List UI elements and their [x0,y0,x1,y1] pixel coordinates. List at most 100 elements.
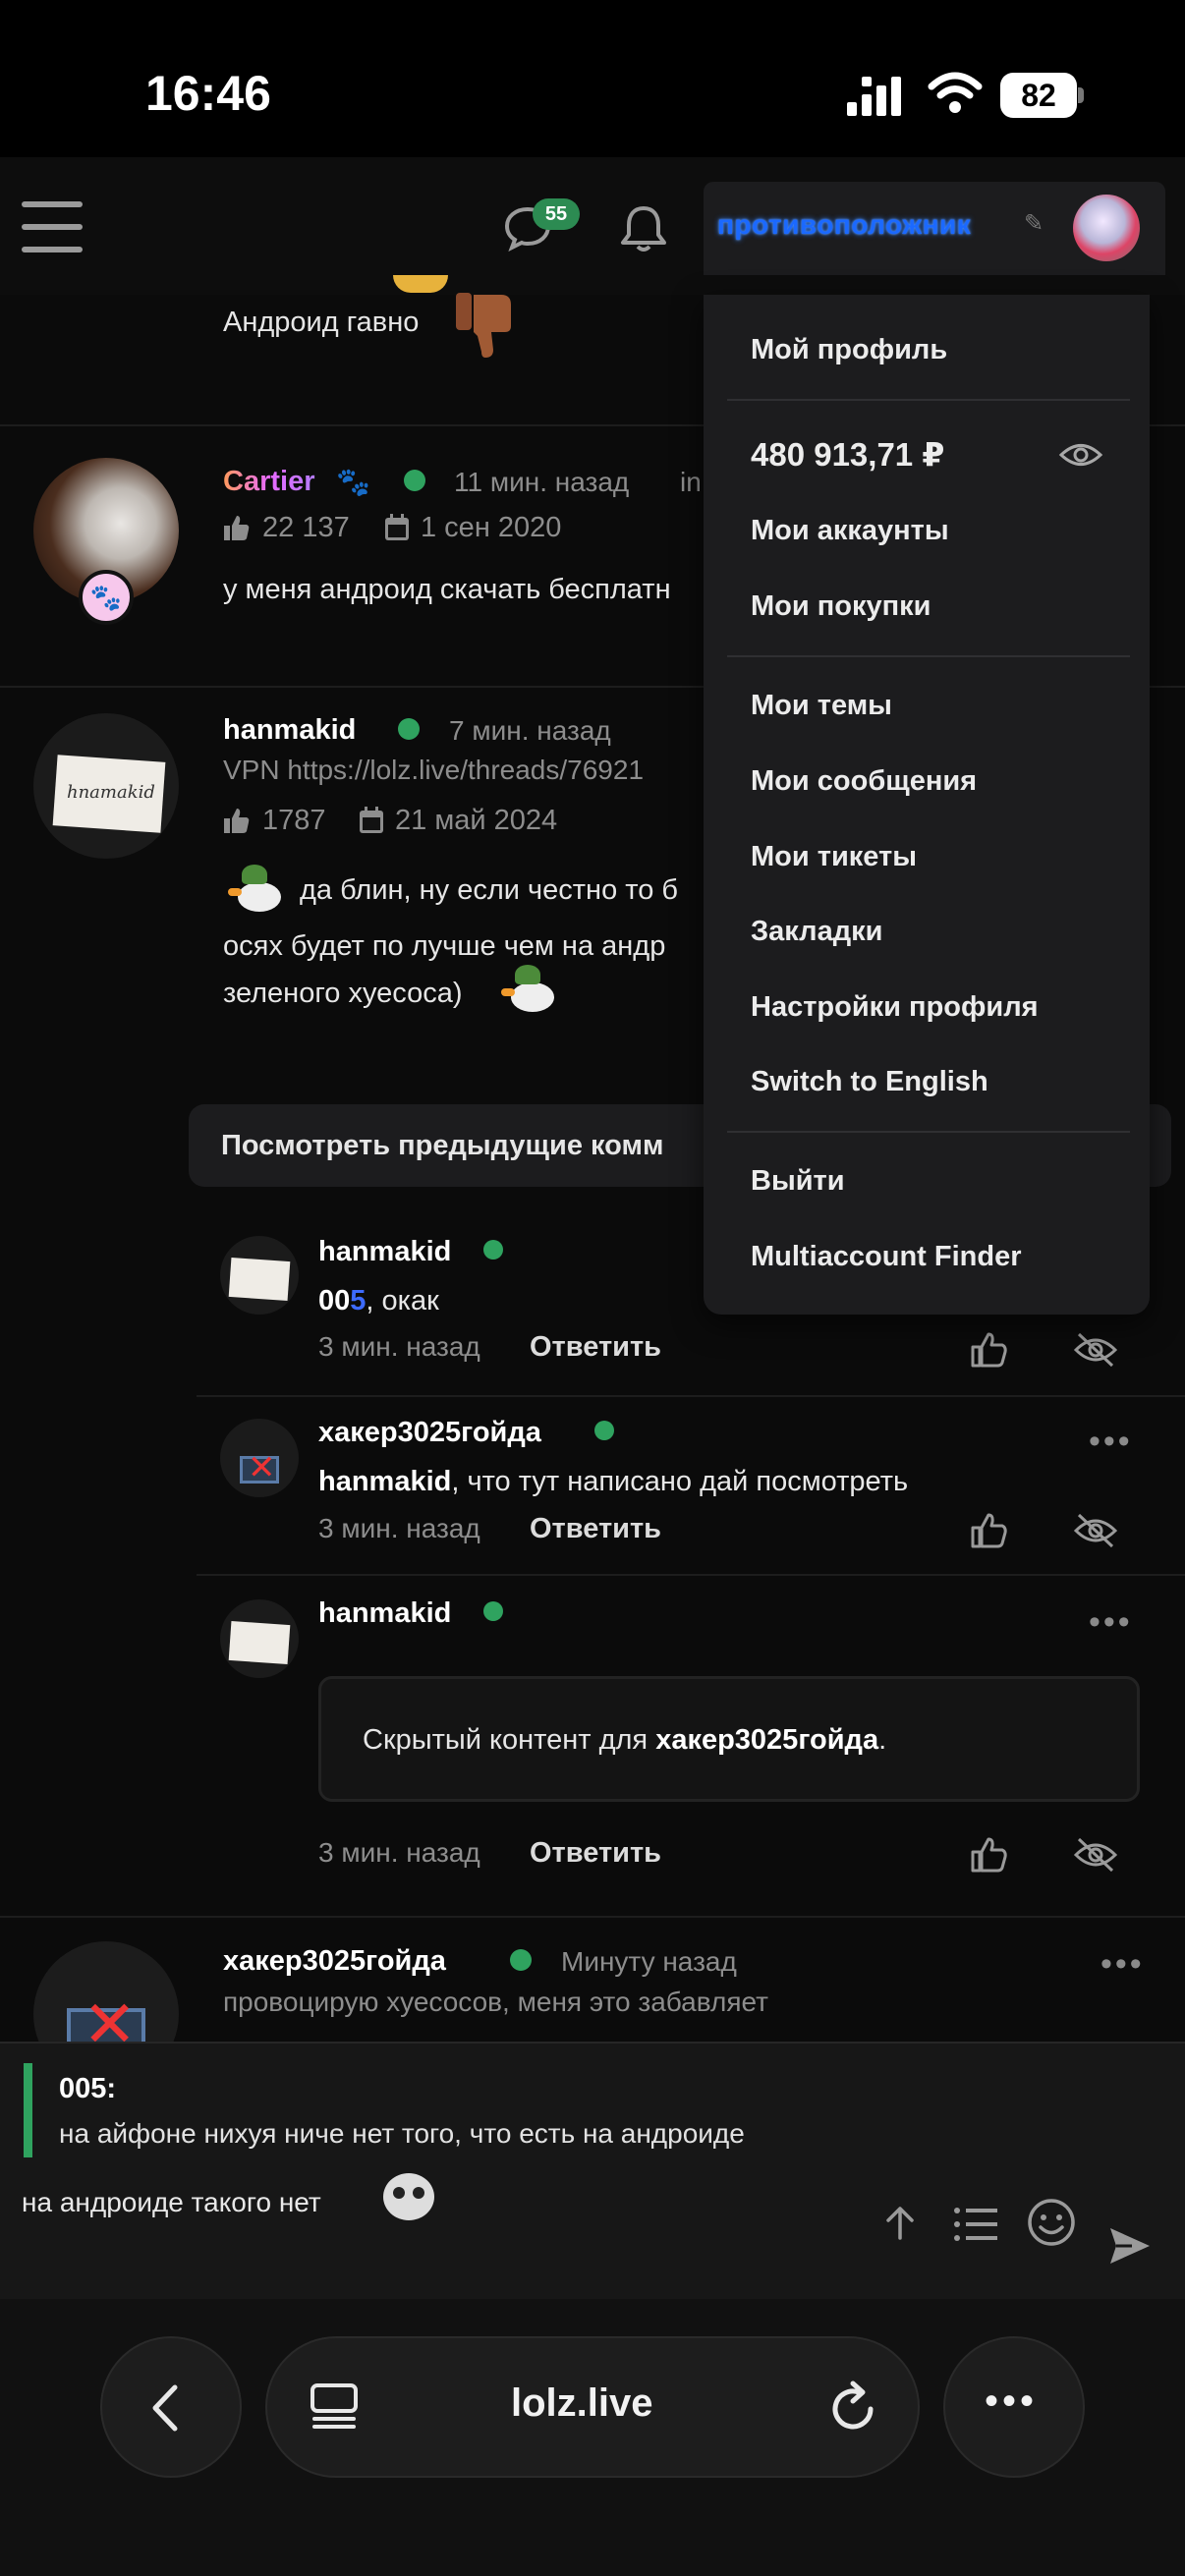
user-status-icon: ✎ [1024,210,1044,237]
online-indicator [398,718,420,740]
comment-reply-button[interactable]: Ответить [530,1837,661,1870]
comment-time: 3 мин. назад [318,1513,480,1543]
thumbs-down-emoji-icon [456,293,511,358]
hidden-content-user[interactable]: хакер3025гойда [655,1724,878,1756]
menu-separator [727,655,1130,657]
comment-more-icon[interactable]: ••• [1089,1603,1133,1642]
quote-text: на айфоне нихуя ниче нет того, что есть … [59,2118,745,2149]
post-author-name[interactable]: hanmakid [223,714,356,747]
comment-time: 3 мин. назад [318,1837,480,1868]
reply-input-text[interactable]: на андроиде такого нет [22,2187,321,2218]
hide-eye-icon[interactable] [1073,1330,1118,1370]
comment-more-icon[interactable]: ••• [1089,1423,1133,1461]
comment-mention-digit[interactable]: 5 [350,1285,366,1316]
status-time: 16:46 [145,66,271,121]
hidden-content-suffix: . [878,1724,887,1756]
menu-my-messages[interactable]: Мои сообщения [751,765,977,798]
post-avatar-hanmakid[interactable]: hnamakid [33,713,179,859]
online-indicator [483,1240,503,1260]
like-button-icon[interactable] [969,1835,1008,1875]
header-avatar[interactable] [1073,195,1140,261]
calendar-icon [360,807,383,833]
post-time: 7 мин. назад [449,715,611,746]
hidden-content-text: Скрытый контент для хакер3025гойда. [363,1724,886,1757]
wifi-icon [928,72,983,113]
online-indicator [483,1601,503,1621]
comment-body: , что тут написано дай посмотреть [451,1466,909,1497]
post-author-name[interactable]: Cartier [223,466,315,498]
menu-multiaccount-finder[interactable]: Multiaccount Finder [751,1241,1022,1273]
menu-my-purchases[interactable]: Мои покупки [751,590,931,623]
post-author-name[interactable]: хакер3025гойда [223,1945,446,1978]
comment-body: , окак [366,1285,439,1316]
menu-logout[interactable]: Выйти [751,1165,845,1198]
comment-time: 3 мин. назад [318,1331,480,1362]
comment-mention[interactable]: hanmakid [318,1466,451,1497]
menu-bookmarks[interactable]: Закладки [751,916,882,948]
conversations-badge: 55 [533,198,580,230]
view-previous-comments-label[interactable]: Посмотреть предыдущие комм [221,1130,663,1162]
comment-author[interactable]: hanmakid [318,1597,451,1630]
post-join-date: 1 сен 2020 [421,512,562,543]
comment-avatar[interactable]: ✕ [220,1419,299,1497]
more-dots-icon[interactable]: ••• [985,2380,1038,2424]
like-button-icon[interactable] [969,1511,1008,1550]
hamburger-menu-icon[interactable] [22,201,83,252]
hide-eye-icon[interactable] [1073,1511,1118,1550]
comment-text: 005, окак [318,1285,439,1317]
comment-text: hanmakid, что тут написано дай посмотрет… [318,1466,908,1498]
post-likes: 1787 [262,805,326,836]
emoji-smile-icon[interactable] [1026,2197,1077,2248]
menu-separator [727,1131,1130,1133]
like-button-icon[interactable] [969,1330,1008,1370]
post-text-line: да блин, ну если честно то б [300,874,679,906]
list-format-icon[interactable] [953,2207,998,2242]
comment-avatar[interactable] [220,1599,299,1678]
battery-tip [1078,87,1084,103]
upload-arrow-icon[interactable] [880,2203,920,2242]
hide-eye-icon[interactable] [1073,1835,1118,1875]
url-text[interactable]: lolz.live [511,2381,653,2426]
comment-author[interactable]: хакер3025гойда [318,1417,541,1449]
menu-my-tickets[interactable]: Мои тикеты [751,841,917,873]
notifications-bell-icon[interactable] [617,203,670,254]
post-time: 11 мин. назад [454,467,630,497]
battery-indicator: 82 [1000,73,1077,118]
comment-reply-button[interactable]: Ответить [530,1513,661,1545]
comment-author[interactable]: hanmakid [318,1236,451,1268]
hidden-content-prefix: Скрытый контент для [363,1724,656,1756]
header-username[interactable]: противоположник [717,209,971,241]
send-icon[interactable] [1106,2222,1154,2269]
menu-profile-settings[interactable]: Настройки профиля [751,991,1039,1024]
duck-sticker-icon [501,963,562,1020]
calendar-icon [385,514,409,540]
post-text: Андроид гавно [223,307,420,338]
reload-icon[interactable] [827,2380,878,2435]
paw-badge: 🐾 [79,570,134,625]
post-text-line: осях будет по лучше чем на андр [223,930,666,962]
cellular-signal-icon [847,77,901,116]
back-chevron-icon[interactable] [149,2383,181,2433]
quote-bar [24,2063,32,2157]
like-icon [224,809,250,833]
comment-divider [197,1395,1185,1397]
like-icon [224,516,250,540]
menu-my-accounts[interactable]: Мои аккаунты [751,515,949,547]
comment-mention[interactable]: 00 [318,1285,350,1316]
post-tag: in [680,467,702,497]
menu-switch-language[interactable]: Switch to English [751,1066,988,1098]
sticker-face-icon [383,2173,434,2220]
tabs-overview-icon[interactable] [309,2381,360,2433]
show-balance-eye-icon[interactable] [1058,438,1103,472]
duck-sticker-icon [228,863,289,920]
menu-my-threads[interactable]: Мои темы [751,690,892,722]
online-indicator [510,1949,532,1971]
comment-avatar[interactable] [220,1236,299,1315]
menu-my-profile[interactable]: Мой профиль [751,334,947,366]
reply-editor[interactable] [0,2042,1185,2299]
post-subtitle: провоцирую хуесосов, меня это забавляет [223,1987,768,2017]
post-time: Минуту назад [561,1946,737,1977]
post-more-icon[interactable]: ••• [1100,1945,1145,1984]
comment-reply-button[interactable]: Ответить [530,1331,661,1364]
menu-balance[interactable]: 480 913,71 ₽ [751,435,944,474]
